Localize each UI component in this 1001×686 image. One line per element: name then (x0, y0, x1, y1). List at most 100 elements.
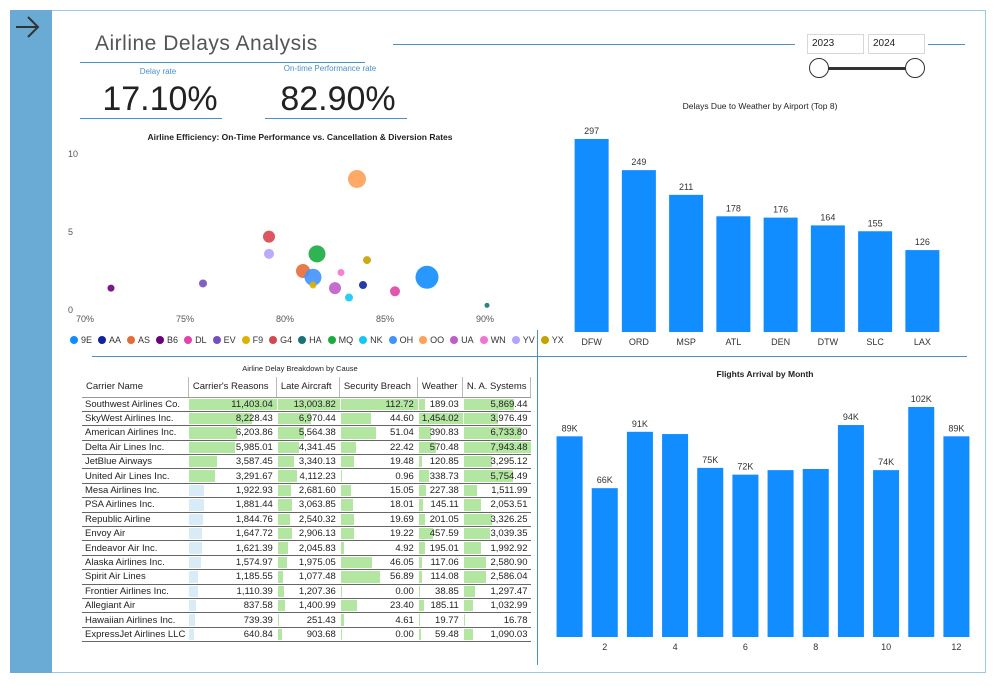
scatter-point[interactable] (337, 269, 345, 277)
legend-item-ev[interactable]: EV (212, 335, 236, 345)
legend-item-ha[interactable]: HA (298, 335, 322, 345)
bar[interactable] (716, 216, 751, 332)
table-row[interactable]: ExpressJet Airlines LLC 640.84 903.68 0.00 5… (82, 627, 532, 643)
legend-item-as[interactable]: AS (127, 335, 150, 345)
value-cell: 3,063.85 (276, 497, 340, 513)
legend-item-b6[interactable]: B6 (156, 335, 178, 345)
table-row[interactable]: Endeavor Air Inc. 1,621.39 2,045.83 4.92 195… (82, 540, 532, 556)
table-row[interactable]: Spirit Air Lines 1,185.55 1,077.48 56.89 114… (82, 569, 532, 585)
table-row[interactable]: Alaska Airlines Inc. 1,574.97 1,975.05 46.0… (82, 555, 532, 571)
legend-item-nk[interactable]: NK (359, 335, 383, 345)
carrier-name-cell: Republic Airline (82, 512, 189, 528)
scatter-point[interactable] (199, 279, 207, 288)
scatter-point[interactable] (390, 286, 400, 297)
table-row[interactable]: Envoy Air 1,647.72 2,906.13 19.22 457.59 3,03… (82, 526, 532, 542)
monthly-bar-title-text: Flights Arrival by Month (716, 369, 814, 379)
scatter-point[interactable] (308, 245, 326, 263)
year-slider-end-handle[interactable] (905, 58, 925, 78)
value-cell: 22.42 (339, 440, 418, 456)
legend-item-yv[interactable]: YV (511, 335, 535, 345)
cell-data-bar (463, 556, 486, 569)
legend-item-9e[interactable]: 9E (70, 335, 92, 345)
bar[interactable] (621, 170, 656, 332)
carrier-name-cell: Endeavor Air Inc. (82, 540, 189, 556)
column-header[interactable]: Late Aircraft (276, 377, 340, 398)
scatter-point[interactable] (415, 265, 439, 289)
bar[interactable] (767, 470, 794, 637)
value-cell: 1,454.02 (417, 411, 463, 427)
legend-label: G4 (280, 335, 293, 345)
table-row[interactable]: Hawaiian Airlines Inc. 739.39 251.43 4.61 19… (82, 612, 532, 628)
year-end-input[interactable]: 2024 (868, 34, 925, 54)
table-row[interactable]: Frontier Airlines Inc. 1,110.39 1,207.36 0.… (82, 584, 532, 599)
legend-item-wn[interactable]: WN (479, 335, 506, 345)
column-header[interactable]: Carrier's Reasons (188, 377, 277, 398)
table-row[interactable]: JetBlue Airways 3,587.45 3,340.13 19.48 120.… (82, 454, 532, 470)
legend-dot (127, 336, 136, 344)
cell-data-bar (189, 441, 236, 454)
table-row[interactable]: SkyWest Airlines Inc. 8,228.43 6,970.44 44.… (82, 411, 532, 427)
legend-item-ua[interactable]: UA (450, 335, 474, 345)
column-header[interactable]: Security Breach (339, 377, 418, 398)
year-slider-track[interactable] (820, 67, 916, 70)
carrier-name-cell: PSA Airlines Inc. (82, 497, 189, 513)
scatter-point[interactable] (363, 256, 371, 265)
bar[interactable] (873, 470, 900, 637)
bar[interactable] (763, 217, 798, 332)
column-header[interactable]: Carrier Name (82, 377, 189, 398)
scatter-point[interactable] (264, 248, 274, 259)
table-row[interactable]: Southwest Airlines Co. 11,403.04 13,003.82… (82, 397, 532, 412)
scatter-point[interactable] (263, 230, 275, 243)
bar[interactable] (697, 467, 724, 637)
table-row[interactable]: United Air Lines Inc. 3,291.67 4,112.23 0.9… (82, 468, 532, 484)
monthly-bar-title: Flights Arrival by Month (550, 369, 980, 379)
bar[interactable] (669, 194, 704, 332)
table-row[interactable]: PSA Airlines Inc. 1,881.44 3,063.85 18.01 14… (82, 497, 532, 513)
bar[interactable] (908, 407, 935, 637)
bar[interactable] (662, 434, 689, 637)
scatter-point[interactable] (359, 281, 367, 290)
value-cell: 1,400.99 (276, 598, 340, 614)
column-header[interactable]: N. A. Systems (462, 377, 532, 398)
legend-item-oh[interactable]: OH (388, 335, 413, 345)
bar-data-label: 176 (773, 205, 788, 215)
legend-item-mq[interactable]: MQ (327, 335, 353, 345)
bar[interactable] (591, 488, 618, 637)
bar[interactable] (858, 231, 893, 332)
bar[interactable] (556, 436, 583, 637)
value-cell: 5,754.49 (462, 468, 532, 484)
bar[interactable] (943, 436, 970, 637)
bar[interactable] (810, 225, 845, 332)
table-row[interactable]: Mesa Airlines Inc. 1,922.93 2,681.60 15.05 2… (82, 483, 532, 499)
legend-item-aa[interactable]: AA (98, 335, 121, 345)
bar[interactable] (905, 250, 940, 332)
scatter-point[interactable] (107, 284, 115, 292)
scatter-point[interactable] (309, 281, 317, 289)
column-header[interactable]: Weather (417, 377, 463, 398)
page-title: Airline Delays Analysis (95, 32, 318, 55)
scatter-point[interactable] (329, 282, 341, 295)
year-slider-start-handle[interactable] (809, 58, 829, 78)
scatter-point[interactable] (348, 169, 366, 188)
scatter-point[interactable] (484, 302, 490, 308)
bar[interactable] (732, 474, 759, 637)
value-cell: 1,110.39 (188, 584, 277, 599)
legend-dot (450, 336, 459, 344)
bar[interactable] (837, 425, 864, 637)
legend-item-g4[interactable]: G4 (269, 335, 292, 345)
legend-item-f9[interactable]: F9 (241, 335, 263, 345)
table-row[interactable]: Delta Air Lines Inc. 5,985.01 4,341.45 22.4… (82, 440, 532, 456)
arrow-right-icon[interactable] (12, 12, 42, 42)
bar[interactable] (574, 138, 609, 332)
year-start-input[interactable]: 2023 (807, 34, 864, 54)
value-cell: 2,906.13 (276, 526, 340, 542)
legend-label: NK (370, 335, 383, 345)
scatter-point[interactable] (345, 293, 353, 302)
legend-item-oo[interactable]: OO (419, 335, 444, 345)
table-row[interactable]: Allegiant Air 837.58 1,400.99 23.40 185.11 1,… (82, 598, 532, 614)
bar[interactable] (626, 431, 653, 637)
legend-item-dl[interactable]: DL (184, 335, 207, 345)
table-row[interactable]: American Airlines Inc. 6,203.86 5,564.38 51… (82, 425, 532, 441)
bar[interactable] (802, 469, 829, 637)
table-row[interactable]: Republic Airline 1,844.76 2,540.32 19.69 201… (82, 512, 532, 528)
